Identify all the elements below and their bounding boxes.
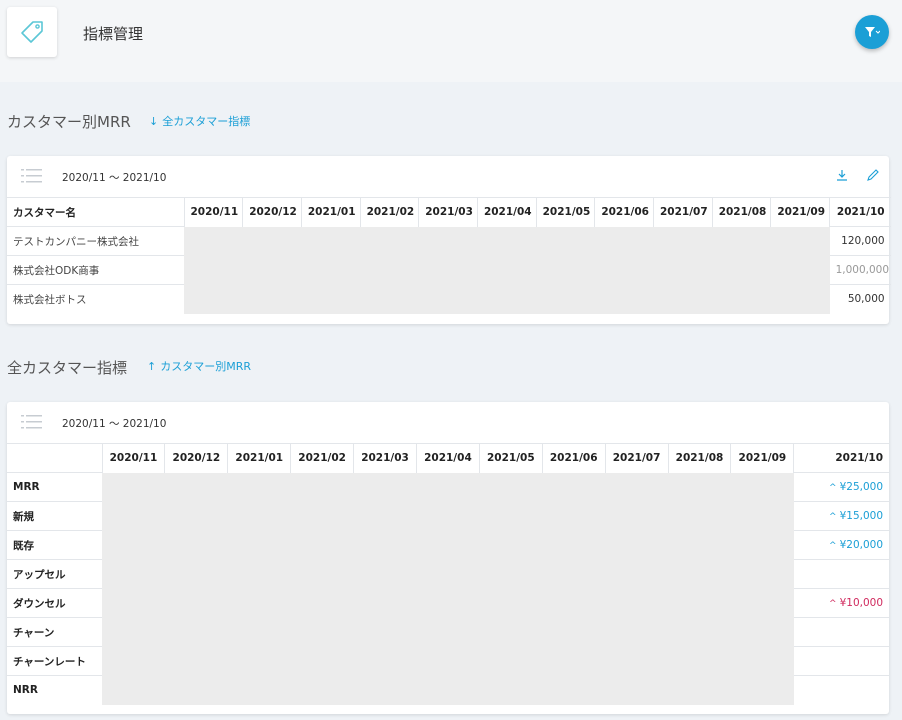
filter-icon bbox=[865, 27, 880, 37]
list-icon[interactable] bbox=[21, 168, 43, 184]
link-customer-mrr[interactable]: ↑ カスタマー別MRR bbox=[147, 358, 251, 374]
link-all-customer-metrics[interactable]: ↓ 全カスタマー指標 bbox=[149, 113, 250, 129]
column-header: 2020/12 bbox=[242, 197, 302, 227]
column-header: 2021/05 bbox=[478, 443, 543, 473]
column-header: 2021/09 bbox=[730, 443, 794, 473]
metric-name: アップセル bbox=[7, 559, 103, 589]
empty-data-area bbox=[184, 226, 830, 314]
arrow-up-icon: ↑ bbox=[147, 359, 157, 373]
arrow-down-icon: ↓ bbox=[149, 114, 159, 128]
metric-name: 新規 bbox=[7, 501, 103, 531]
metric-name: MRR bbox=[7, 472, 103, 502]
metric-value-text: ¥15,000 bbox=[839, 510, 883, 522]
period-label: 2020/11 ～ 2021/10 bbox=[62, 418, 167, 430]
download-icon[interactable] bbox=[836, 168, 848, 182]
caret-up-icon: ^ bbox=[829, 599, 837, 609]
column-header: 2021/01 bbox=[227, 443, 291, 473]
column-header: 2021/03 bbox=[418, 197, 478, 227]
column-header: 2021/02 bbox=[359, 197, 419, 227]
caret-up-icon: ^ bbox=[829, 512, 837, 522]
column-header: 2021/07 bbox=[604, 443, 669, 473]
column-header: 2021/06 bbox=[541, 443, 606, 473]
customer-mrr-table: カスタマー名 2020/11 2020/12 2021/01 2021/02 2… bbox=[7, 197, 891, 314]
column-header: 2021/03 bbox=[353, 443, 417, 473]
customer-name[interactable]: 株式会社ボトス bbox=[7, 284, 184, 314]
edit-icon[interactable] bbox=[866, 168, 880, 182]
table-header-row: カスタマー名 2020/11 2020/12 2021/01 2021/02 2… bbox=[7, 197, 891, 227]
metric-name: チャーンレート bbox=[7, 646, 103, 676]
card-header: 2020/11 ～ 2021/10 bbox=[7, 156, 889, 197]
column-header: 2021/08 bbox=[711, 197, 771, 227]
metric-name: 既存 bbox=[7, 530, 103, 560]
metric-value: ^ ¥25,000 bbox=[793, 472, 889, 502]
metric-value: ^ ¥15,000 bbox=[793, 501, 889, 531]
column-header: 2021/10 bbox=[793, 443, 889, 473]
caret-up-icon: ^ bbox=[829, 541, 837, 551]
column-header: カスタマー名 bbox=[7, 197, 184, 227]
column-header bbox=[7, 443, 103, 473]
table-row[interactable]: テストカンパニー株式会社 120,000 bbox=[7, 226, 891, 314]
filter-button[interactable] bbox=[855, 15, 889, 49]
column-header: 2021/01 bbox=[300, 197, 361, 227]
all-metrics-table: 2020/11 2020/12 2021/01 2021/02 2021/03 … bbox=[7, 443, 889, 705]
link-label: 全カスタマー指標 bbox=[162, 115, 251, 128]
metric-name: チャーン bbox=[7, 617, 103, 647]
column-header: 2021/08 bbox=[667, 443, 731, 473]
tag-icon bbox=[21, 21, 43, 43]
customer-mrr-card: 2020/11 ～ 2021/10 カスタマー名 2020/11 2020/12… bbox=[7, 156, 891, 324]
metric-value: ^ ¥20,000 bbox=[793, 530, 889, 560]
table-header-row: 2020/11 2020/12 2021/01 2021/02 2021/03 … bbox=[7, 443, 889, 473]
metric-value-text: ¥25,000 bbox=[839, 481, 883, 493]
column-header: 2021/04 bbox=[415, 443, 480, 473]
metric-value bbox=[793, 675, 889, 705]
mrr-value: 120,000 bbox=[829, 226, 891, 256]
list-icon[interactable] bbox=[21, 414, 43, 430]
app-logo bbox=[7, 7, 57, 57]
column-header: 2020/11 bbox=[101, 443, 165, 473]
top-bar: 指標管理 bbox=[0, 0, 902, 82]
page-title: 指標管理 bbox=[83, 25, 144, 43]
column-header: 2021/09 bbox=[770, 197, 830, 227]
column-header: 2021/06 bbox=[594, 197, 654, 227]
metric-value bbox=[793, 617, 889, 647]
customer-name[interactable]: 株式会社ODK商事 bbox=[7, 255, 184, 285]
column-header: 2021/04 bbox=[476, 197, 537, 227]
column-header: 2020/11 bbox=[183, 197, 243, 227]
table-row: MRR ^ ¥25,000 bbox=[7, 472, 889, 705]
metric-name: NRR bbox=[7, 675, 103, 705]
link-label: カスタマー別MRR bbox=[160, 360, 251, 373]
column-header: 2020/12 bbox=[164, 443, 228, 473]
card-header: 2020/11 ～ 2021/10 bbox=[7, 402, 889, 443]
section-title-all-customer-metrics: 全カスタマー指標 bbox=[7, 359, 128, 377]
mrr-value: 1,000,000 bbox=[829, 255, 891, 285]
metric-name: ダウンセル bbox=[7, 588, 103, 618]
column-header: 2021/02 bbox=[290, 443, 354, 473]
period-label: 2020/11 ～ 2021/10 bbox=[62, 172, 167, 184]
metric-value: ^ ¥10,000 bbox=[793, 588, 889, 618]
caret-up-icon: ^ bbox=[829, 483, 837, 493]
section-title-customer-mrr: カスタマー別MRR bbox=[7, 113, 131, 131]
metric-value-text: ¥20,000 bbox=[839, 539, 883, 551]
metric-value bbox=[793, 559, 889, 589]
mrr-value: 50,000 bbox=[829, 284, 891, 314]
all-metrics-card: 2020/11 ～ 2021/10 2020/11 2020/12 2021/0… bbox=[7, 402, 889, 714]
empty-data-area bbox=[102, 472, 794, 705]
column-header: 2021/07 bbox=[653, 197, 713, 227]
column-header: 2021/05 bbox=[535, 197, 595, 227]
customer-name[interactable]: テストカンパニー株式会社 bbox=[7, 226, 184, 256]
metric-value bbox=[793, 646, 889, 676]
column-header: 2021/10 bbox=[829, 197, 891, 227]
metric-value-text: ¥10,000 bbox=[839, 597, 883, 609]
